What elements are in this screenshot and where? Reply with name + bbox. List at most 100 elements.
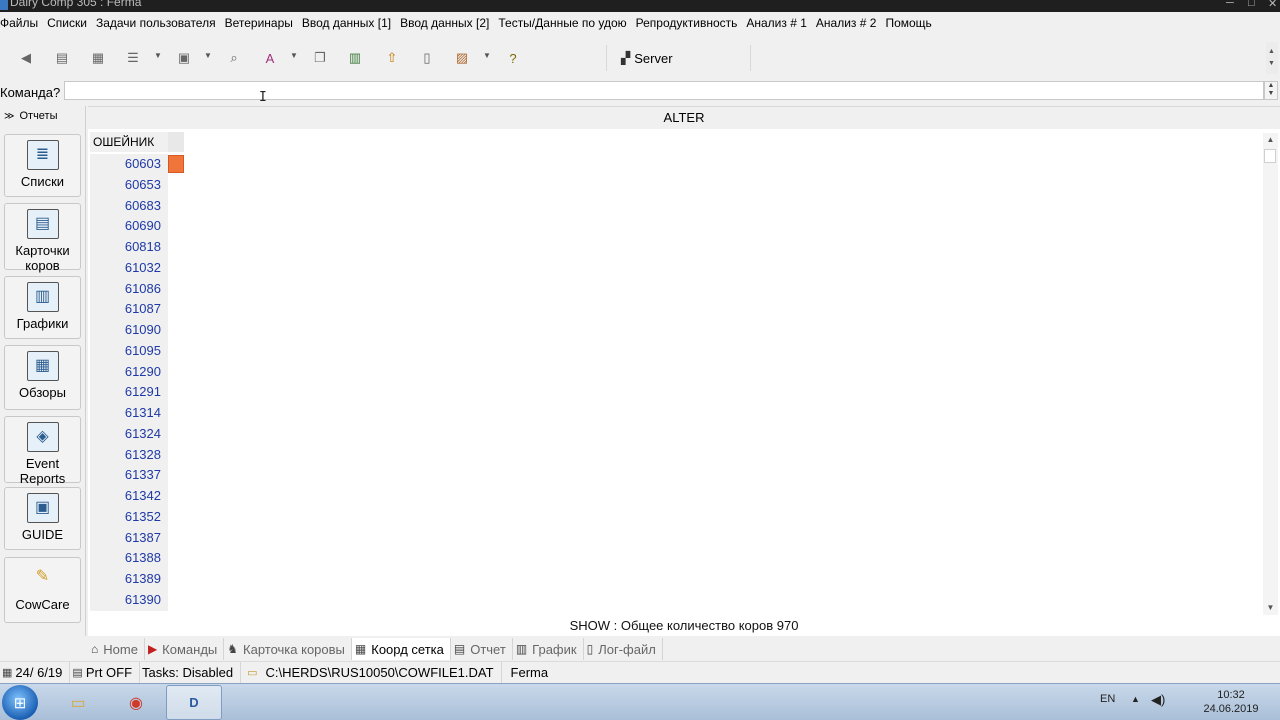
table-row[interactable]: 61314 [90,403,168,424]
menu-data-entry-2[interactable]: Ввод данных [2] [395,16,493,30]
scroll-thumb[interactable] [1264,149,1276,163]
nav-charts-button[interactable]: ▥ Графики [4,276,81,339]
table-row[interactable]: 60603 [90,154,168,175]
taskbar-chrome[interactable]: ◉ [108,685,164,720]
language-indicator[interactable]: EN [1100,693,1115,705]
cowcare-icon: ✎ [35,568,50,585]
panel-header[interactable]: ≫ Отчеты [4,110,58,122]
scroll-down-icon[interactable]: ▼ [1263,601,1278,615]
tab-label: Лог-файл [598,641,656,657]
menu-analysis-1[interactable]: Анализ # 1 [741,16,811,30]
table-row[interactable]: 61086 [90,278,168,300]
back-icon[interactable]: ◀ [15,48,37,68]
table-row[interactable]: 61291 [90,382,168,403]
menu-user-tasks[interactable]: Задачи пользователя [91,16,220,30]
chevron-down-icon[interactable]: ▼ [204,51,212,60]
print-preview-icon[interactable]: ▦ [87,48,109,68]
export-icon[interactable]: ⇧ [381,48,403,68]
collapse-icon[interactable]: ≫ [4,111,14,122]
table-row[interactable]: 60683 [90,195,168,217]
command-input[interactable] [64,81,1264,100]
table-row[interactable]: 61095 [90,340,168,362]
windows-logo-icon: ⊞ [13,694,27,712]
menu-help[interactable]: Помощь [880,16,935,30]
scroll-up-icon[interactable]: ▲ [1263,133,1278,147]
tab-label: Команды [162,641,218,657]
vertical-scrollbar[interactable]: ▲ ▼ [1263,133,1278,615]
table-row[interactable]: 61090 [90,320,168,341]
minimize-icon[interactable]: ─ [1226,0,1234,9]
menu-files[interactable]: Файлы [0,16,42,30]
table-row[interactable]: 61337 [90,465,168,486]
command-dropdown[interactable]: ▲ ▼ [1264,81,1278,100]
nav-lists-button[interactable]: ≣ Списки [4,134,81,197]
tray-expand-icon[interactable]: ▲ [1131,694,1140,704]
report-list-icon[interactable]: ☰ [122,48,144,68]
table-row[interactable]: 61390 [90,589,168,611]
chevron-down-icon[interactable]: ▼ [483,51,491,60]
status-print[interactable]: ▤ Prt OFF [70,661,141,684]
volume-icon[interactable]: ◀) [1151,692,1165,708]
clock[interactable]: 10:32 24.06.2019 [1200,688,1262,716]
table-row[interactable]: 61388 [90,548,168,569]
maximize-icon[interactable]: □ [1248,0,1255,9]
tab-chart[interactable]: ▥ График [513,638,584,660]
scroll-down-icon[interactable]: ▼ [1268,60,1275,67]
table-row[interactable]: 61324 [90,423,168,445]
table-row[interactable]: 60653 [90,174,168,196]
copy-icon[interactable]: ❐ [309,48,331,68]
scroll-up-icon[interactable]: ▲ [1268,48,1275,55]
nav-guide-button[interactable]: ▣ GUIDE [4,487,81,550]
tab-home[interactable]: ⌂ Home [88,638,145,660]
table-row[interactable]: 61328 [90,444,168,466]
menu-reproduction[interactable]: Репродуктивность [631,16,742,30]
tab-label: Home [103,641,138,657]
table-row[interactable]: 60690 [90,216,168,237]
column-header[interactable]: ОШЕЙНИК [90,132,168,152]
book-icon[interactable]: ▯ [416,48,438,68]
menu-vets[interactable]: Ветеринары [220,16,297,30]
event-reports-icon: ◈ [26,422,59,452]
tab-grid[interactable]: ▦ Коорд сетка [351,638,451,660]
table-row[interactable]: 61087 [90,299,168,320]
menu-tests[interactable]: Тесты/Данные по удою [493,16,630,30]
print-icon[interactable]: ▤ [51,48,73,68]
tab-cow-card[interactable]: ♞ Карточка коровы [224,638,352,660]
server-label: Server [634,50,673,66]
table-row[interactable]: 61389 [90,569,168,590]
table-row[interactable]: 60818 [90,237,168,258]
table-row[interactable]: 61352 [90,506,168,528]
table-row[interactable]: 61342 [90,486,168,507]
tab-log[interactable]: ▯ Лог-файл [584,638,663,660]
server-button[interactable]: ▞ Server [606,45,751,71]
command-row: Команда? ▲ ▼ [0,80,1280,102]
table-row[interactable]: 61290 [90,361,168,383]
tab-label: Карточка коровы [243,641,345,657]
help-icon[interactable]: ? [502,48,524,68]
bar-chart-icon[interactable]: ▥ [344,48,366,68]
tab-commands[interactable]: ▶ Команды [145,638,225,660]
close-icon[interactable]: ✕ [1268,0,1277,10]
taskbar-dairycomp[interactable]: D [166,685,222,720]
start-button[interactable]: ⊞ [2,685,38,720]
image-icon[interactable]: ▨ [451,48,473,68]
menu-analysis-2[interactable]: Анализ # 2 [811,16,881,30]
chevron-down-icon[interactable]: ▼ [290,51,298,60]
row-marker [168,155,184,173]
save-icon[interactable]: ▣ [173,48,195,68]
table-row[interactable]: 61032 [90,257,168,279]
nav-overviews-button[interactable]: ▦ Обзоры [4,345,81,410]
tab-report[interactable]: ▤ Отчет [451,638,513,660]
nav-event-reports-button[interactable]: ◈ Event Reports [4,416,81,486]
search-icon[interactable]: ⌕ [223,48,245,68]
column-header-empty[interactable] [168,132,184,152]
taskbar-explorer[interactable]: ▭ [50,685,106,720]
nav-cow-cards-button[interactable]: ▤ Карточки коров [4,203,81,273]
menu-lists[interactable]: Списки [42,16,91,30]
font-icon[interactable]: A [259,48,281,68]
chevron-down-icon[interactable]: ▼ [154,51,162,60]
table-row[interactable]: 61387 [90,527,168,549]
nav-cowcare-button[interactable]: ✎ CowCare [4,557,81,623]
menu-data-entry-1[interactable]: Ввод данных [1] [297,16,395,30]
toolbar-scroll[interactable]: ▲ ▼ [1266,42,1278,74]
